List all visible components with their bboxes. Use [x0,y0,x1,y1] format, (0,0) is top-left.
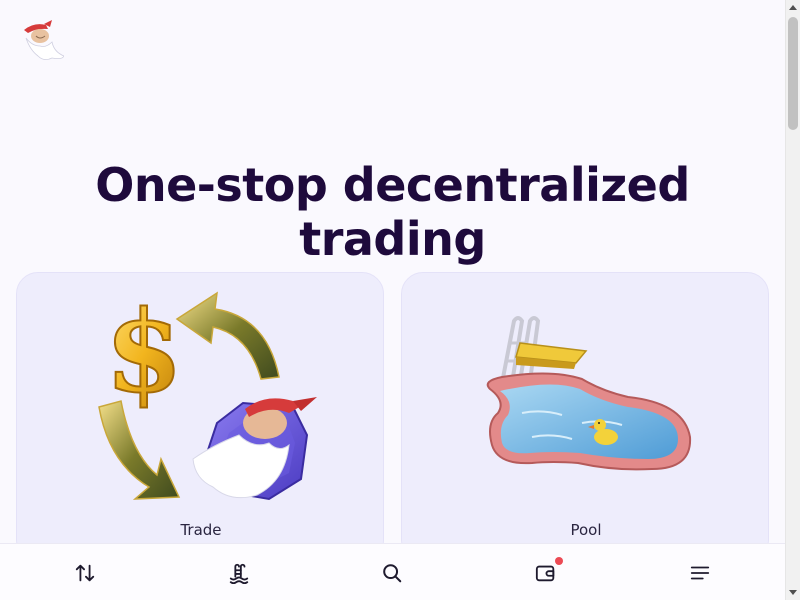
logo-icon[interactable] [18,16,65,62]
trade-label: Trade [180,521,222,539]
bottom-navigation [0,543,785,600]
notification-dot [555,557,563,565]
pool-card[interactable]: Pool [401,272,769,562]
wallet-icon[interactable] [533,557,563,586]
scroll-thumb[interactable] [788,17,798,130]
scroll-down-arrow-icon[interactable] [789,590,797,595]
search-icon[interactable] [379,560,405,586]
vertical-scrollbar[interactable] [785,0,800,600]
swap-arrows-icon[interactable] [72,560,98,586]
pool-ladder-icon[interactable] [226,560,252,586]
swimming-pool-duck-illustration [486,316,692,471]
scroll-up-arrow-icon[interactable] [789,5,797,10]
menu-icon[interactable] [687,560,713,586]
page-title: One-stop decentralized trading [95,158,690,266]
pool-label: Pool [570,521,602,539]
currency-swap-arrows-illustration: $ [98,286,317,501]
trade-card[interactable]: $ Trade [16,272,384,562]
svg-text:$: $ [105,287,183,418]
